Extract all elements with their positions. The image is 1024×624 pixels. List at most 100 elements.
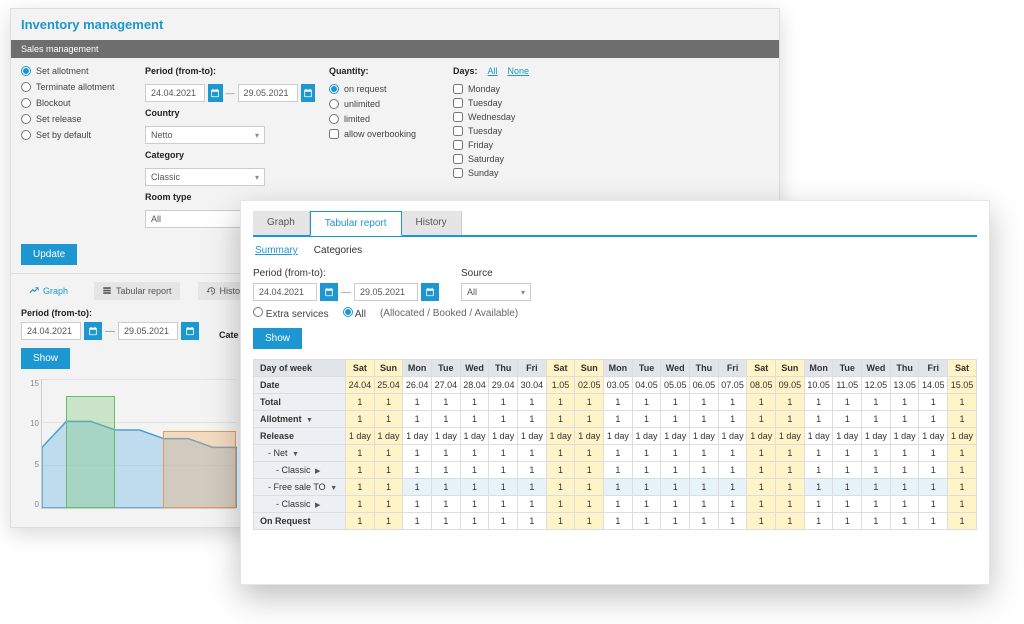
- table-cell: 1: [546, 411, 575, 428]
- day-checkbox[interactable]: Saturday: [453, 154, 573, 164]
- calendar-icon[interactable]: [208, 84, 223, 102]
- front-tab[interactable]: History: [402, 211, 462, 235]
- day-checkbox[interactable]: Tuesday: [453, 126, 573, 136]
- category-label: Category: [145, 150, 315, 160]
- day-checkbox[interactable]: Wednesday: [453, 112, 573, 122]
- quantity-radio[interactable]: unlimited: [329, 99, 439, 109]
- table-cell: 1 day: [604, 428, 633, 445]
- col-date: 02.05: [575, 377, 604, 394]
- table-cell: 1: [575, 445, 604, 462]
- table-cell: 1: [919, 394, 948, 411]
- lower-tab[interactable]: Tabular report: [94, 282, 180, 300]
- action-radio[interactable]: Set allotment: [21, 66, 131, 76]
- col-dow: Thu: [890, 360, 919, 377]
- table-cell: 1: [948, 445, 977, 462]
- table-cell: 1: [403, 513, 432, 530]
- front-tabs: GraphTabular reportHistory: [253, 211, 977, 237]
- table-cell: 1 day: [374, 428, 403, 445]
- col-dow: Sat: [546, 360, 575, 377]
- front-subtab[interactable]: Summary: [255, 245, 298, 256]
- quantity-radio[interactable]: on request: [329, 84, 439, 94]
- table-cell: 1: [776, 479, 805, 496]
- action-radio[interactable]: Set by default: [21, 130, 131, 140]
- filter-all-radio[interactable]: All: [343, 307, 366, 320]
- date-header: Date: [254, 377, 346, 394]
- table-cell: 1: [747, 479, 776, 496]
- front-period-from[interactable]: [253, 283, 317, 301]
- front-tab[interactable]: Graph: [253, 211, 310, 235]
- table-cell: 1: [804, 462, 833, 479]
- table-cell: 1: [489, 445, 518, 462]
- table-cell: 1: [374, 479, 403, 496]
- table-cell: 1: [432, 496, 461, 513]
- lower-tab[interactable]: Graph: [21, 282, 76, 300]
- table-cell: 1: [374, 462, 403, 479]
- table-cell: 1: [833, 513, 862, 530]
- table-cell: 1: [632, 411, 661, 428]
- front-period-to[interactable]: [354, 283, 418, 301]
- dash: —: [226, 88, 235, 98]
- lower-period-from[interactable]: [21, 322, 81, 340]
- quantity-radio[interactable]: limited: [329, 114, 439, 124]
- action-radio[interactable]: Terminate allotment: [21, 82, 131, 92]
- table-cell: 1 day: [747, 428, 776, 445]
- row-header[interactable]: - Net ▼: [254, 445, 346, 462]
- table-cell: 1: [690, 479, 719, 496]
- front-show-button[interactable]: Show: [253, 328, 302, 349]
- period-from-input[interactable]: [145, 84, 205, 102]
- col-date: 11.05: [833, 377, 862, 394]
- front-tab[interactable]: Tabular report: [310, 211, 402, 236]
- action-radio[interactable]: Set release: [21, 114, 131, 124]
- calendar-icon[interactable]: [84, 322, 102, 340]
- col-dow: Wed: [661, 360, 690, 377]
- lower-show-button[interactable]: Show: [21, 348, 70, 369]
- row-header[interactable]: - Free sale TO ▼: [254, 479, 346, 496]
- table-cell: 1: [776, 411, 805, 428]
- table-cell: 1: [518, 411, 547, 428]
- col-date: 27.04: [432, 377, 461, 394]
- update-button[interactable]: Update: [21, 244, 77, 265]
- table-cell: 1: [919, 411, 948, 428]
- row-header[interactable]: - Classic ▶: [254, 496, 346, 513]
- calendar-icon[interactable]: [301, 84, 316, 102]
- day-checkbox[interactable]: Sunday: [453, 168, 573, 178]
- table-cell: 1: [346, 513, 375, 530]
- calendar-icon[interactable]: [181, 322, 199, 340]
- action-radio[interactable]: Blockout: [21, 98, 131, 108]
- table-cell: 1: [804, 496, 833, 513]
- table-cell: 1: [747, 445, 776, 462]
- filter-extra-radio[interactable]: Extra services: [253, 307, 329, 320]
- front-subtab[interactable]: Categories: [314, 245, 362, 256]
- table-cell: 1: [489, 496, 518, 513]
- category-select[interactable]: Classic▾: [145, 168, 265, 186]
- table-cell: 1: [403, 496, 432, 513]
- row-header[interactable]: Allotment ▼: [254, 411, 346, 428]
- col-date: 26.04: [403, 377, 432, 394]
- table-cell: 1: [546, 513, 575, 530]
- table-cell: 1: [890, 394, 919, 411]
- table-cell: 1: [833, 394, 862, 411]
- table-cell: 1: [604, 445, 633, 462]
- row-header[interactable]: - Classic ▶: [254, 462, 346, 479]
- day-checkbox[interactable]: Tuesday: [453, 98, 573, 108]
- country-select[interactable]: Netto▾: [145, 126, 265, 144]
- col-date: 09.05: [776, 377, 805, 394]
- calendar-icon[interactable]: [320, 283, 338, 301]
- table-cell: 1: [489, 462, 518, 479]
- quantity-radio[interactable]: allow overbooking: [329, 129, 439, 139]
- source-select[interactable]: All▾: [461, 283, 531, 301]
- lower-period-to[interactable]: [118, 322, 178, 340]
- table-cell: 1: [346, 445, 375, 462]
- table-cell: 1: [690, 513, 719, 530]
- col-date: 08.05: [747, 377, 776, 394]
- table-cell: 1: [374, 496, 403, 513]
- days-none-link[interactable]: None: [508, 66, 530, 76]
- period-to-input[interactable]: [238, 84, 298, 102]
- table-cell: 1: [862, 513, 891, 530]
- day-checkbox[interactable]: Monday: [453, 84, 573, 94]
- day-checkbox[interactable]: Friday: [453, 140, 573, 150]
- calendar-icon[interactable]: [421, 283, 439, 301]
- table-cell: 1: [346, 394, 375, 411]
- table-cell: 1: [489, 394, 518, 411]
- days-all-link[interactable]: All: [488, 66, 498, 76]
